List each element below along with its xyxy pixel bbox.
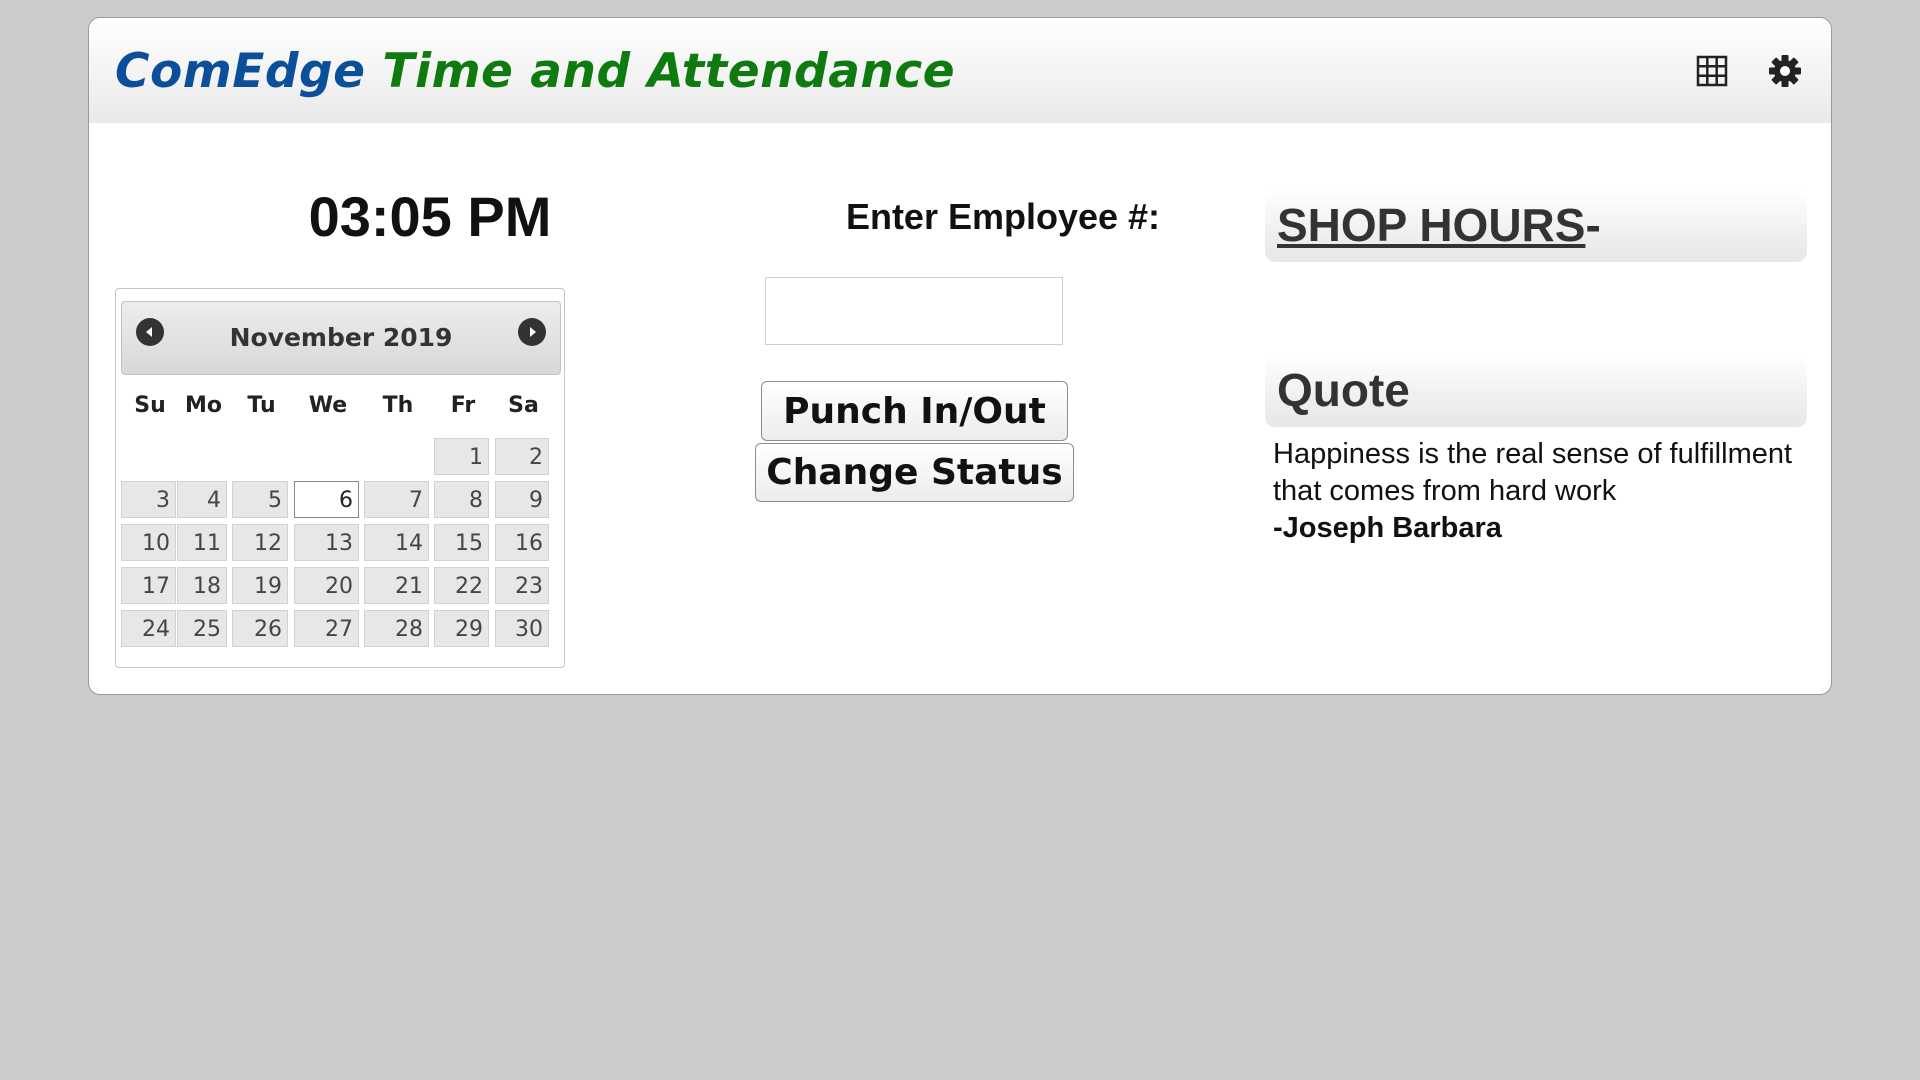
weekday-header: We: [308, 393, 348, 418]
calendar-day[interactable]: 21: [364, 567, 429, 604]
change-status-button[interactable]: Change Status: [755, 443, 1074, 502]
shop-hours-title: SHOP HOURS: [1277, 199, 1586, 251]
calendar-day[interactable]: 18: [177, 567, 227, 604]
calendar-day[interactable]: 15: [434, 524, 489, 561]
calendar-day[interactable]: 12: [232, 524, 288, 561]
quote-author: -Joseph Barbara: [1273, 512, 1502, 544]
weekday-header: Tu: [247, 393, 276, 418]
weekday-header: Th: [382, 393, 414, 418]
employee-number-input[interactable]: [765, 277, 1063, 345]
calendar-day[interactable]: 3: [121, 481, 176, 518]
header-bar: ComEdge Time and Attendance: [89, 18, 1831, 123]
calendar-day[interactable]: 26: [232, 610, 288, 647]
calendar-day[interactable]: 29: [434, 610, 489, 647]
weekday-header: Mo: [184, 393, 222, 418]
shop-hours-suffix: -: [1585, 199, 1601, 251]
calendar-day[interactable]: 1: [434, 438, 489, 475]
calendar-day[interactable]: 7: [364, 481, 429, 518]
app-title: ComEdge Time and Attendance: [115, 44, 955, 99]
weekday-header: Sa: [508, 393, 539, 418]
quote-text: Happiness is the real sense of fulfillme…: [1273, 438, 1793, 507]
shop-hours-header: SHOP HOURS-: [1265, 190, 1807, 262]
calendar-day[interactable]: 30: [495, 610, 549, 647]
quote-title: Quote: [1277, 364, 1410, 416]
calendar-day[interactable]: 17: [121, 567, 176, 604]
quote-header: Quote: [1265, 355, 1807, 427]
calendar-month-label: November 2019: [229, 323, 453, 352]
calendar-day[interactable]: 13: [294, 524, 359, 561]
current-time: 03:05 PM: [308, 185, 552, 248]
main-panel: ComEdge Time and Attendance 03:05 PM Nov…: [88, 17, 1832, 695]
calendar-day[interactable]: 19: [232, 567, 288, 604]
calendar-day[interactable]: 11: [177, 524, 227, 561]
calendar-day[interactable]: 24: [121, 610, 176, 647]
calendar-day[interactable]: 28: [364, 610, 429, 647]
next-month-button[interactable]: [518, 318, 546, 346]
calendar: November 2019 Su Mo Tu We Th Fr Sa 1 2 3 4 5 6 7 8 9 10 1…: [115, 288, 565, 668]
calendar-day[interactable]: 14: [364, 524, 429, 561]
calendar-day[interactable]: 4: [177, 481, 227, 518]
brand-subtitle: Time and Attendance: [382, 44, 956, 99]
gear-icon[interactable]: [1768, 54, 1802, 88]
shop-hours-title-wrap: SHOP HOURS-: [1277, 198, 1601, 252]
calendar-day[interactable]: 9: [495, 481, 549, 518]
calendar-day[interactable]: 6: [294, 481, 359, 518]
weekday-header: Fr: [450, 393, 476, 418]
calendar-day[interactable]: 10: [121, 524, 176, 561]
calendar-day[interactable]: 8: [434, 481, 489, 518]
quote-body: Happiness is the real sense of fulfillme…: [1273, 436, 1813, 547]
punch-in-out-button[interactable]: Punch In/Out: [761, 381, 1068, 441]
weekday-header: Su: [134, 393, 166, 418]
brand-name: ComEdge: [115, 44, 366, 99]
calendar-day[interactable]: 27: [294, 610, 359, 647]
calendar-day[interactable]: 20: [294, 567, 359, 604]
calendar-header: November 2019: [121, 301, 561, 375]
calendar-day[interactable]: 25: [177, 610, 227, 647]
chevron-right-icon: [530, 327, 536, 337]
calendar-day[interactable]: 23: [495, 567, 549, 604]
calendar-day[interactable]: 2: [495, 438, 549, 475]
calendar-day[interactable]: 16: [495, 524, 549, 561]
employee-number-label: Enter Employee #:: [845, 196, 1161, 237]
calendar-day[interactable]: 22: [434, 567, 489, 604]
calendar-day[interactable]: 5: [232, 481, 288, 518]
grid-icon[interactable]: [1695, 54, 1729, 88]
